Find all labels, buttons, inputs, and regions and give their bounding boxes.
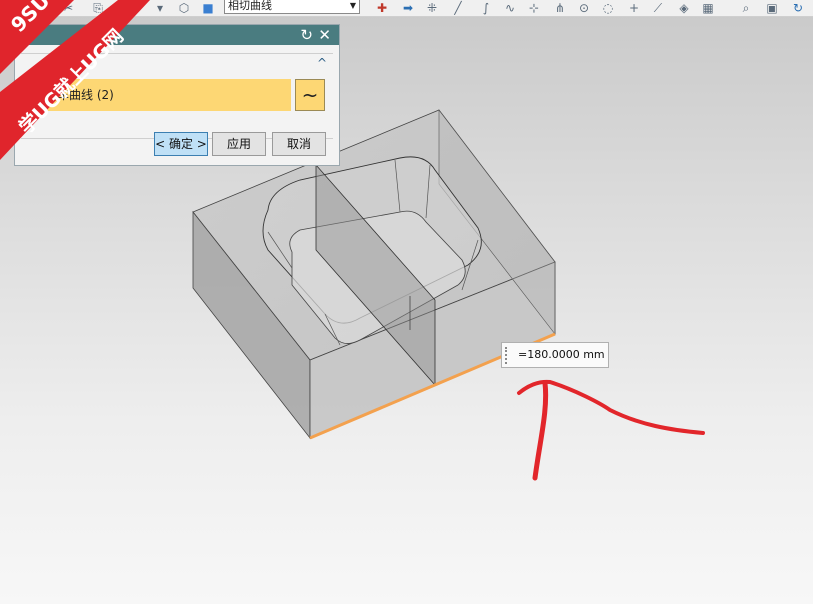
red-arrow-annotation bbox=[517, 379, 705, 481]
